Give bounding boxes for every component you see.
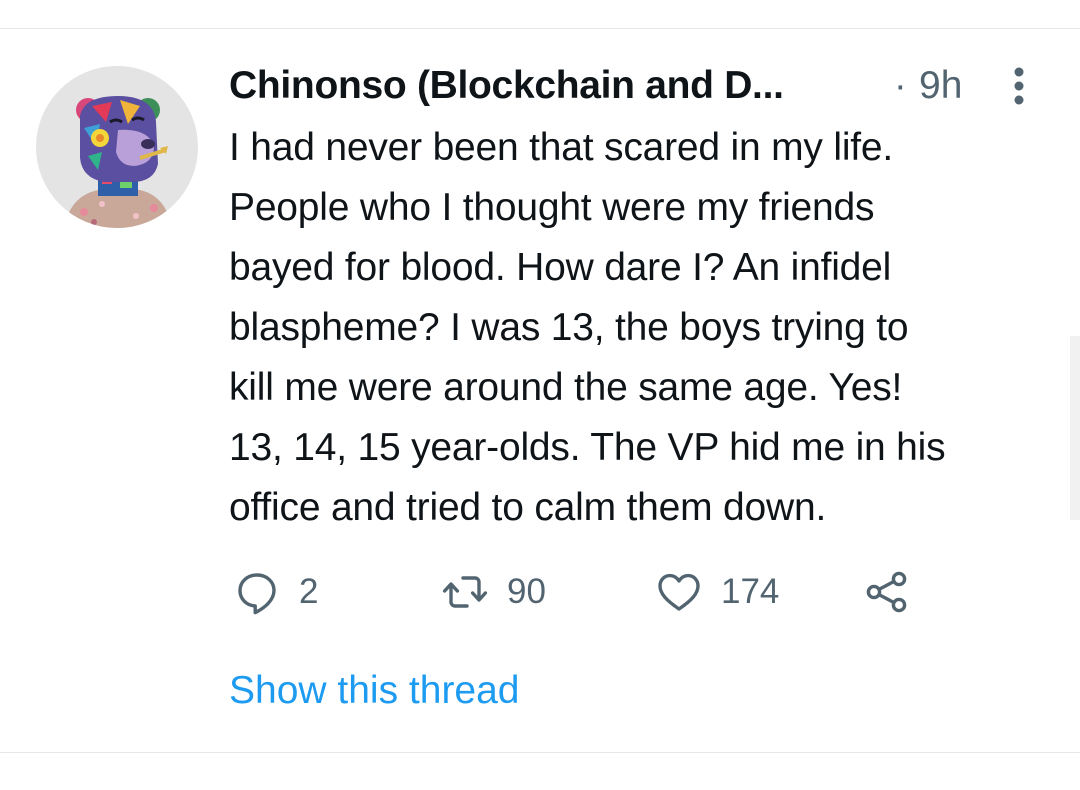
reply-icon [238, 573, 276, 615]
tweet-actions: 2 90 174 [229, 564, 989, 620]
more-vertical-icon [1014, 67, 1024, 105]
heart-icon [658, 573, 700, 611]
scrollbar[interactable] [1070, 336, 1080, 520]
more-options-button[interactable] [1004, 64, 1034, 108]
like-button[interactable]: 174 [655, 564, 779, 620]
nft-bear-avatar-icon [64, 96, 172, 228]
reply-count: 2 [299, 572, 319, 611]
tweet-timestamp[interactable]: 9h [919, 62, 962, 110]
retweet-icon [442, 576, 488, 608]
show-thread-link[interactable]: Show this thread [229, 666, 520, 716]
top-divider [0, 28, 1080, 29]
retweet-button[interactable]: 90 [441, 564, 546, 620]
time-separator: · [894, 65, 907, 107]
bottom-divider [0, 752, 1080, 753]
reply-button[interactable]: 2 [233, 564, 318, 620]
author-name[interactable]: Chinonso (Blockchain and D... [229, 62, 784, 110]
share-button[interactable] [863, 564, 911, 620]
tweet-header: Chinonso (Blockchain and D... · 9h [229, 62, 1029, 110]
author-avatar[interactable] [36, 66, 198, 228]
tweet-text: I had never been that scared in my life.… [229, 126, 946, 529]
like-count: 174 [721, 572, 780, 611]
retweet-count: 90 [507, 572, 546, 611]
share-icon [866, 571, 907, 613]
